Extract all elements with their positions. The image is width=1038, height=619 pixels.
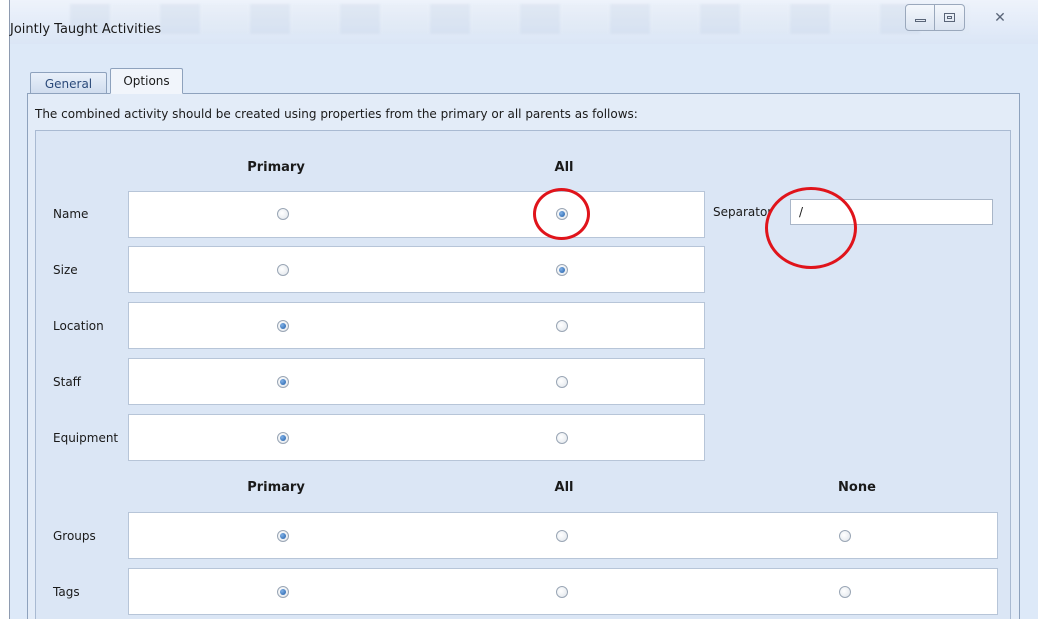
equipment-primary-radio[interactable] bbox=[277, 432, 289, 444]
size-row-box bbox=[128, 246, 705, 293]
tags-primary-radio[interactable] bbox=[277, 586, 289, 598]
location-row-box bbox=[128, 302, 705, 349]
name-all-radio[interactable] bbox=[556, 208, 568, 220]
equipment-row-box bbox=[128, 414, 705, 461]
tab-options[interactable]: Options bbox=[110, 68, 183, 94]
header-primary: Primary bbox=[247, 160, 305, 175]
separator-input[interactable] bbox=[790, 199, 993, 225]
close-button[interactable]: ✕ bbox=[985, 4, 1015, 31]
header-primary-2: Primary bbox=[247, 480, 305, 495]
window-title: Jointly Taught Activities bbox=[10, 22, 162, 37]
groups-primary-radio[interactable] bbox=[277, 530, 289, 542]
header-all: All bbox=[554, 160, 574, 175]
minimize-button[interactable] bbox=[905, 4, 935, 31]
row-label-staff: Staff bbox=[53, 375, 81, 389]
maximize-icon bbox=[944, 13, 955, 22]
row-label-tags: Tags bbox=[53, 585, 80, 599]
minimize-icon bbox=[914, 19, 926, 22]
close-icon: ✕ bbox=[994, 9, 1006, 26]
header-all-2: All bbox=[554, 480, 574, 495]
groups-all-radio[interactable] bbox=[556, 530, 568, 542]
tab-general[interactable]: General bbox=[30, 72, 107, 94]
location-primary-radio[interactable] bbox=[277, 320, 289, 332]
row-label-name: Name bbox=[53, 207, 89, 221]
staff-row-box bbox=[128, 358, 705, 405]
staff-all-radio[interactable] bbox=[556, 376, 568, 388]
blurred-background bbox=[70, 4, 970, 34]
tags-none-radio[interactable] bbox=[839, 586, 851, 598]
name-row-box bbox=[128, 191, 705, 238]
equipment-all-radio[interactable] bbox=[556, 432, 568, 444]
separator-label: Separator bbox=[713, 205, 773, 219]
location-all-radio[interactable] bbox=[556, 320, 568, 332]
staff-primary-radio[interactable] bbox=[277, 376, 289, 388]
maximize-button[interactable] bbox=[935, 4, 965, 31]
header-none: None bbox=[838, 480, 876, 495]
tags-all-radio[interactable] bbox=[556, 586, 568, 598]
options-description: The combined activity should be created … bbox=[35, 107, 638, 121]
name-primary-radio[interactable] bbox=[277, 208, 289, 220]
size-primary-radio[interactable] bbox=[277, 264, 289, 276]
groups-none-radio[interactable] bbox=[839, 530, 851, 542]
title-bar[interactable]: Jointly Taught Activities ✕ bbox=[10, 0, 1038, 44]
row-label-groups: Groups bbox=[53, 529, 96, 543]
row-label-location: Location bbox=[53, 319, 104, 333]
row-label-size: Size bbox=[53, 263, 78, 277]
size-all-radio[interactable] bbox=[556, 264, 568, 276]
row-label-equipment: Equipment bbox=[53, 431, 119, 445]
